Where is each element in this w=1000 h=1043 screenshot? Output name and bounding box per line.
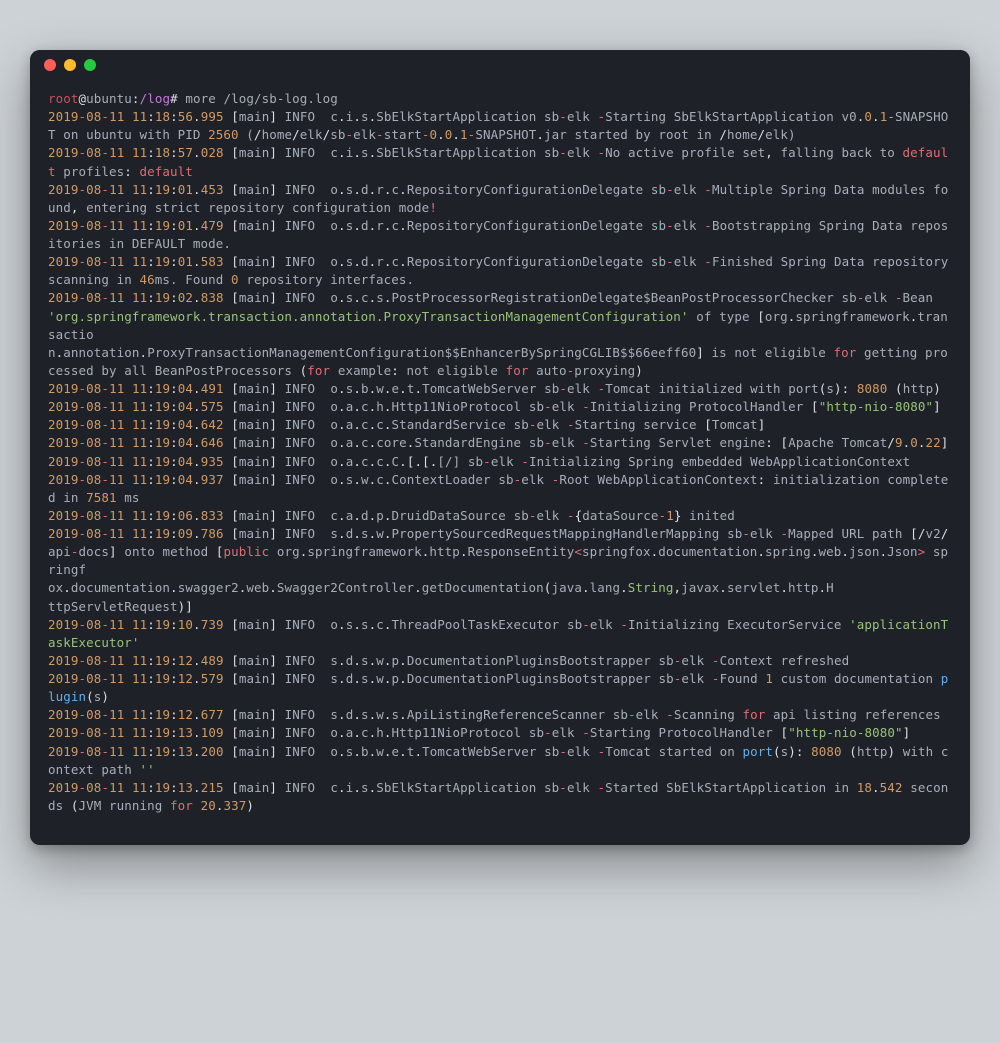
log-line: 2019-08-11 11:19:12.579 [main] INFO s.d.… [48,670,952,706]
maximize-icon[interactable] [84,59,96,71]
prompt-line: root@ubuntu:/log# more /log/sb-log.log [48,90,952,108]
log-line: 2019-08-11 11:19:04.491 [main] INFO o.s.… [48,380,952,398]
log-line: 2019-08-11 11:19:04.642 [main] INFO o.a.… [48,416,952,434]
log-line: 2019-08-11 11:19:13.109 [main] INFO o.a.… [48,724,952,742]
log-line: 2019-08-11 11:19:04.937 [main] INFO o.s.… [48,471,952,507]
close-icon[interactable] [44,59,56,71]
log-line: 2019-08-11 11:19:06.833 [main] INFO c.a.… [48,507,952,525]
log-line: 2019-08-11 11:18:56.995 [main] INFO c.i.… [48,108,952,144]
log-line: 2019-08-11 11:18:57.028 [main] INFO c.i.… [48,144,952,180]
log-line: 2019-08-11 11:19:02.838 [main] INFO o.s.… [48,289,952,380]
log-line: 2019-08-11 11:19:09.786 [main] INFO s.d.… [48,525,952,616]
log-line: 2019-08-11 11:19:01.583 [main] INFO o.s.… [48,253,952,289]
log-line: 2019-08-11 11:19:04.935 [main] INFO o.a.… [48,453,952,471]
log-line: 2019-08-11 11:19:04.646 [main] INFO o.a.… [48,434,952,452]
log-line: 2019-08-11 11:19:12.489 [main] INFO s.d.… [48,652,952,670]
log-line: 2019-08-11 11:19:13.215 [main] INFO c.i.… [48,779,952,815]
log-line: 2019-08-11 11:19:13.200 [main] INFO o.s.… [48,743,952,779]
log-line: 2019-08-11 11:19:10.739 [main] INFO o.s.… [48,616,952,652]
terminal-content[interactable]: root@ubuntu:/log# more /log/sb-log.log20… [30,80,970,845]
log-line: 2019-08-11 11:19:04.575 [main] INFO o.a.… [48,398,952,416]
log-line: 2019-08-11 11:19:01.479 [main] INFO o.s.… [48,217,952,253]
titlebar[interactable] [30,50,970,80]
terminal-window: root@ubuntu:/log# more /log/sb-log.log20… [30,50,970,845]
log-line: 2019-08-11 11:19:01.453 [main] INFO o.s.… [48,181,952,217]
log-line: 2019-08-11 11:19:12.677 [main] INFO s.d.… [48,706,952,724]
minimize-icon[interactable] [64,59,76,71]
